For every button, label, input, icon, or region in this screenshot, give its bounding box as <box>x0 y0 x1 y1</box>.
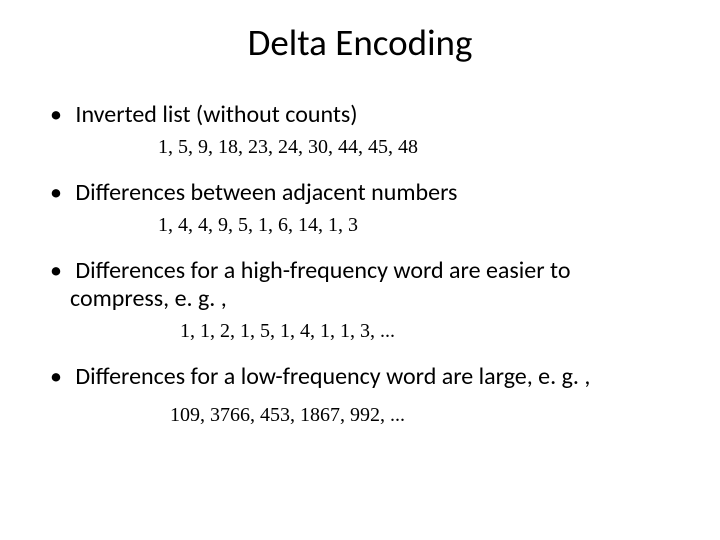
bullet-list: Inverted list (without counts) <box>50 101 670 130</box>
bullet-list: Differences between adjacent numbers <box>50 179 670 208</box>
bullet-item: Differences for a low-frequency word are… <box>50 363 670 392</box>
number-sequence-low-freq: 109, 3766, 453, 1867, 992, ... <box>170 404 670 427</box>
number-sequence-high-freq: 1, 1, 2, 1, 5, 1, 4, 1, 1, 3, ... <box>180 320 670 343</box>
number-sequence-inverted: 1, 5, 9, 18, 23, 24, 30, 44, 45, 48 <box>158 136 670 159</box>
bullet-item: Inverted list (without counts) <box>50 101 670 130</box>
bullet-list: Differences for a low-frequency word are… <box>50 363 670 392</box>
slide: Delta Encoding Inverted list (without co… <box>0 0 720 540</box>
slide-title: Delta Encoding <box>50 20 670 65</box>
bullet-item: Differences for a high-frequency word ar… <box>50 257 670 315</box>
number-sequence-differences: 1, 4, 4, 9, 5, 1, 6, 14, 1, 3 <box>158 214 670 237</box>
bullet-list: Differences for a high-frequency word ar… <box>50 257 670 315</box>
bullet-item: Differences between adjacent numbers <box>50 179 670 208</box>
